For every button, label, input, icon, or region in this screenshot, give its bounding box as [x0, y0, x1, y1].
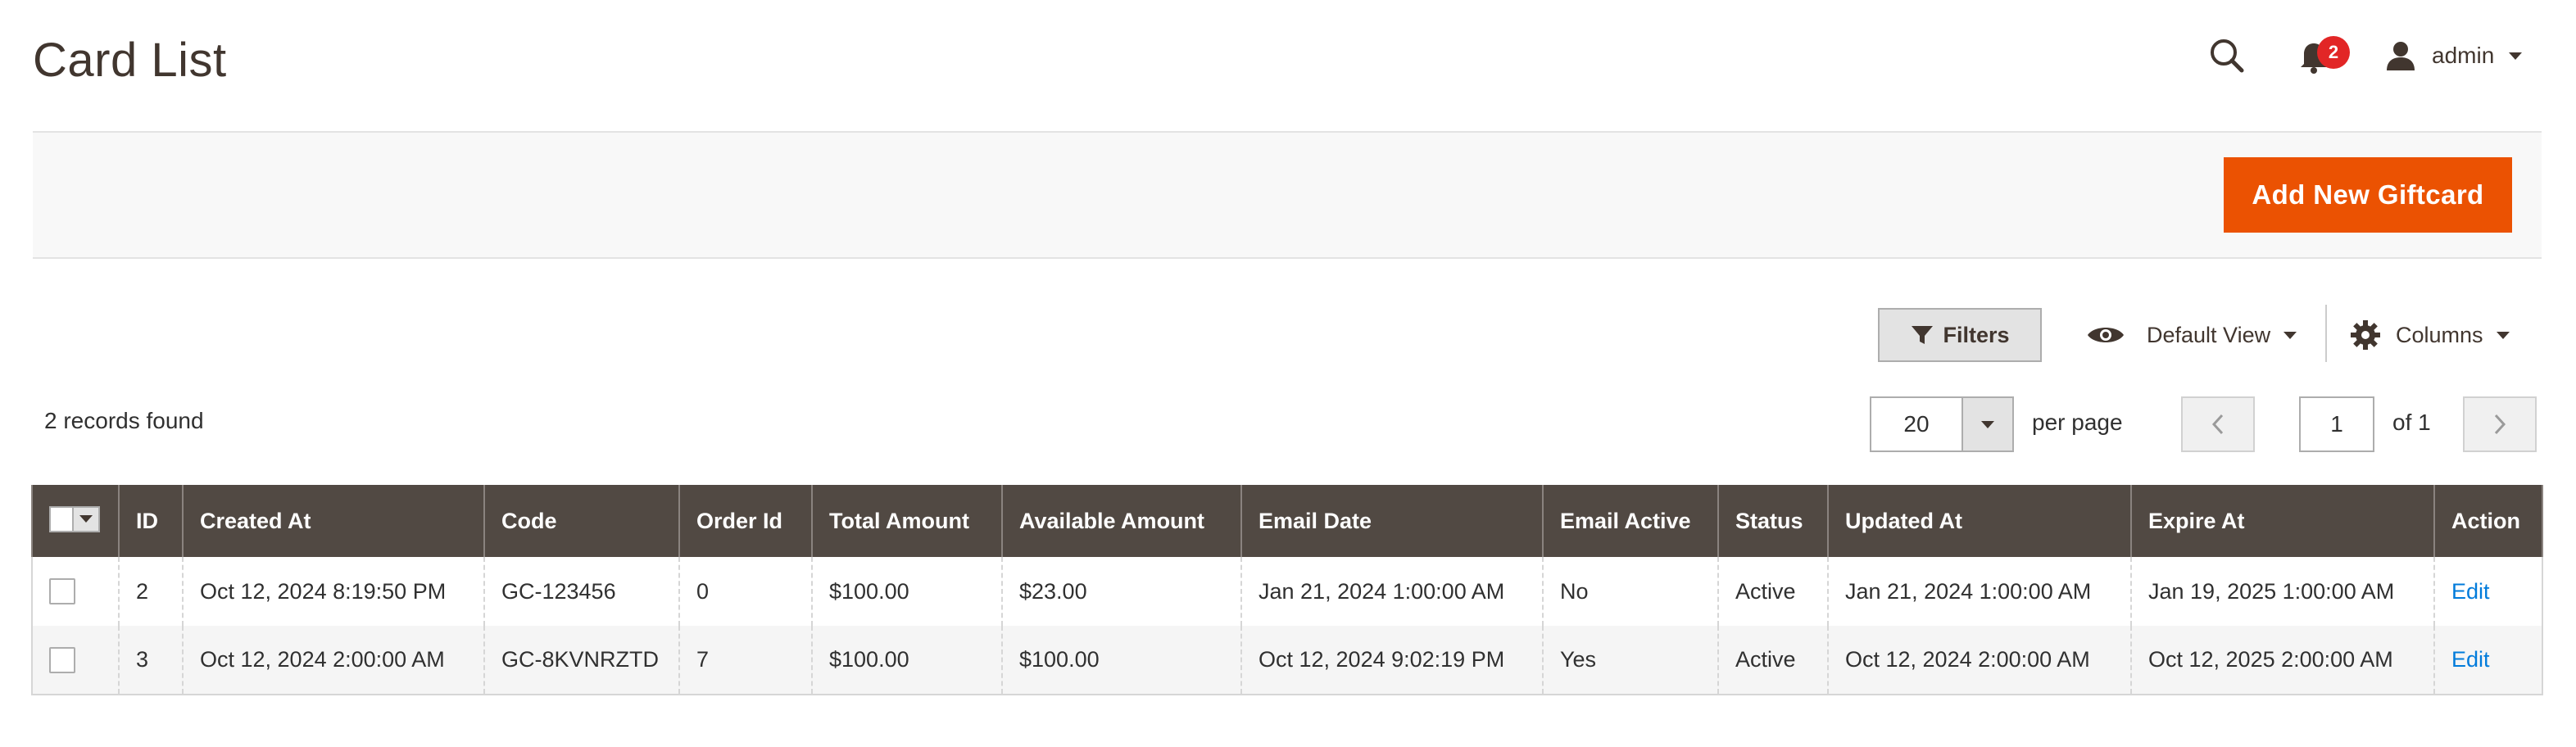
cell-total-amount: $100.00 [811, 557, 1003, 626]
cell-available-amount: $100.00 [1001, 626, 1242, 695]
default-view-dropdown[interactable]: Default View [2086, 308, 2297, 362]
page-actions-bar [33, 131, 2542, 259]
column-header-email-active[interactable]: Email Active [1542, 485, 1719, 557]
cell-id: 2 [118, 557, 184, 626]
column-header-email-date[interactable]: Email Date [1240, 485, 1544, 557]
user-name: admin [2432, 43, 2495, 68]
cell-total-amount: $100.00 [811, 626, 1003, 695]
edit-link[interactable]: Edit [2451, 647, 2490, 672]
column-header-expire-at[interactable]: Expire At [2130, 485, 2435, 557]
cell-order-id: 7 [678, 626, 813, 695]
cell-order-id: 0 [678, 557, 813, 626]
cell-email-active: Yes [1542, 626, 1719, 695]
user-icon [2387, 42, 2415, 70]
gear-icon [2351, 320, 2380, 350]
mass-select-header[interactable] [31, 485, 120, 557]
cell-available-amount: $23.00 [1001, 557, 1242, 626]
select-all-checkbox[interactable] [51, 507, 74, 531]
user-menu[interactable]: admin [2384, 33, 2523, 79]
filters-label: Filters [1943, 322, 2010, 347]
cell-updated-at: Jan 21, 2024 1:00:00 AM [1827, 557, 2132, 626]
total-pages-label: of 1 [2392, 410, 2431, 435]
chevron-down-icon [1981, 420, 1994, 428]
cell-code: GC-8KVNRZTD [483, 626, 680, 695]
column-header-available-amount[interactable]: Available Amount [1001, 485, 1242, 557]
eye-icon [2088, 328, 2124, 342]
column-header-updated-at[interactable]: Updated At [1827, 485, 2132, 557]
per-page-select[interactable]: 20 [1870, 396, 2014, 452]
column-header-code[interactable]: Code [483, 485, 680, 557]
per-page-label: per page [2032, 410, 2123, 435]
columns-label: Columns [2396, 322, 2483, 347]
notification-badge: 2 [2317, 36, 2350, 69]
cell-expire-at: Oct 12, 2025 2:00:00 AM [2130, 626, 2435, 695]
cell-created-at: Oct 12, 2024 8:19:50 PM [182, 557, 485, 626]
chevron-left-icon [2211, 414, 2224, 435]
current-page-input[interactable] [2299, 396, 2374, 452]
add-new-giftcard-button[interactable]: Add New Giftcard [2224, 157, 2512, 233]
records-found: 2 records found [44, 408, 204, 433]
cell-created-at: Oct 12, 2024 2:00:00 AM [182, 626, 485, 695]
row-select-cell[interactable] [31, 626, 120, 695]
cell-status: Active [1717, 557, 1829, 626]
table-row[interactable]: 2 Oct 12, 2024 8:19:50 PM GC-123456 0 $1… [31, 557, 2543, 626]
controls-divider [2325, 305, 2327, 362]
grid-header-row: ID Created At Code Order Id Total Amount… [31, 485, 2543, 557]
search-button[interactable] [2204, 33, 2250, 79]
row-select-cell[interactable] [31, 557, 120, 626]
cell-action: Edit [2433, 557, 2543, 626]
filter-icon [1912, 326, 1934, 344]
cell-action: Edit [2433, 626, 2543, 695]
chevron-right-icon [2494, 414, 2506, 435]
cell-code: GC-123456 [483, 557, 680, 626]
per-page-value: 20 [1871, 398, 1963, 450]
column-header-status[interactable]: Status [1717, 485, 1829, 557]
columns-dropdown[interactable]: Columns [2350, 308, 2510, 362]
chevron-down-icon [2283, 331, 2297, 339]
chevron-down-icon [2509, 52, 2523, 60]
cell-email-date: Oct 12, 2024 9:02:19 PM [1240, 626, 1544, 695]
table-row[interactable]: 3 Oct 12, 2024 2:00:00 AM GC-8KVNRZTD 7 … [31, 626, 2543, 695]
filters-button[interactable]: Filters [1878, 308, 2042, 362]
column-header-order-id[interactable]: Order Id [678, 485, 813, 557]
mass-select-dropdown[interactable] [49, 505, 100, 532]
next-page-button[interactable] [2463, 396, 2537, 452]
previous-page-button[interactable] [2181, 396, 2255, 452]
row-checkbox[interactable] [49, 578, 75, 605]
column-header-created-at[interactable]: Created At [182, 485, 485, 557]
default-view-label: Default View [2147, 322, 2271, 347]
cell-expire-at: Jan 19, 2025 1:00:00 AM [2130, 557, 2435, 626]
chevron-down-icon [79, 515, 93, 523]
mass-select-toggle[interactable] [74, 507, 98, 531]
chevron-down-icon [2496, 331, 2510, 339]
page-title: Card List [33, 34, 227, 87]
giftcard-grid: ID Created At Code Order Id Total Amount… [31, 485, 2543, 695]
cell-status: Active [1717, 626, 1829, 695]
row-checkbox[interactable] [49, 646, 75, 673]
column-header-id[interactable]: ID [118, 485, 184, 557]
edit-link[interactable]: Edit [2451, 579, 2490, 604]
cell-email-date: Jan 21, 2024 1:00:00 AM [1240, 557, 1544, 626]
column-header-action: Action [2433, 485, 2543, 557]
search-icon [2211, 39, 2244, 73]
cell-email-active: No [1542, 557, 1719, 626]
per-page-toggle[interactable] [1963, 398, 2012, 450]
cell-id: 3 [118, 626, 184, 695]
column-header-total-amount[interactable]: Total Amount [811, 485, 1003, 557]
notifications-button[interactable]: 2 [2291, 33, 2356, 79]
cell-updated-at: Oct 12, 2024 2:00:00 AM [1827, 626, 2132, 695]
